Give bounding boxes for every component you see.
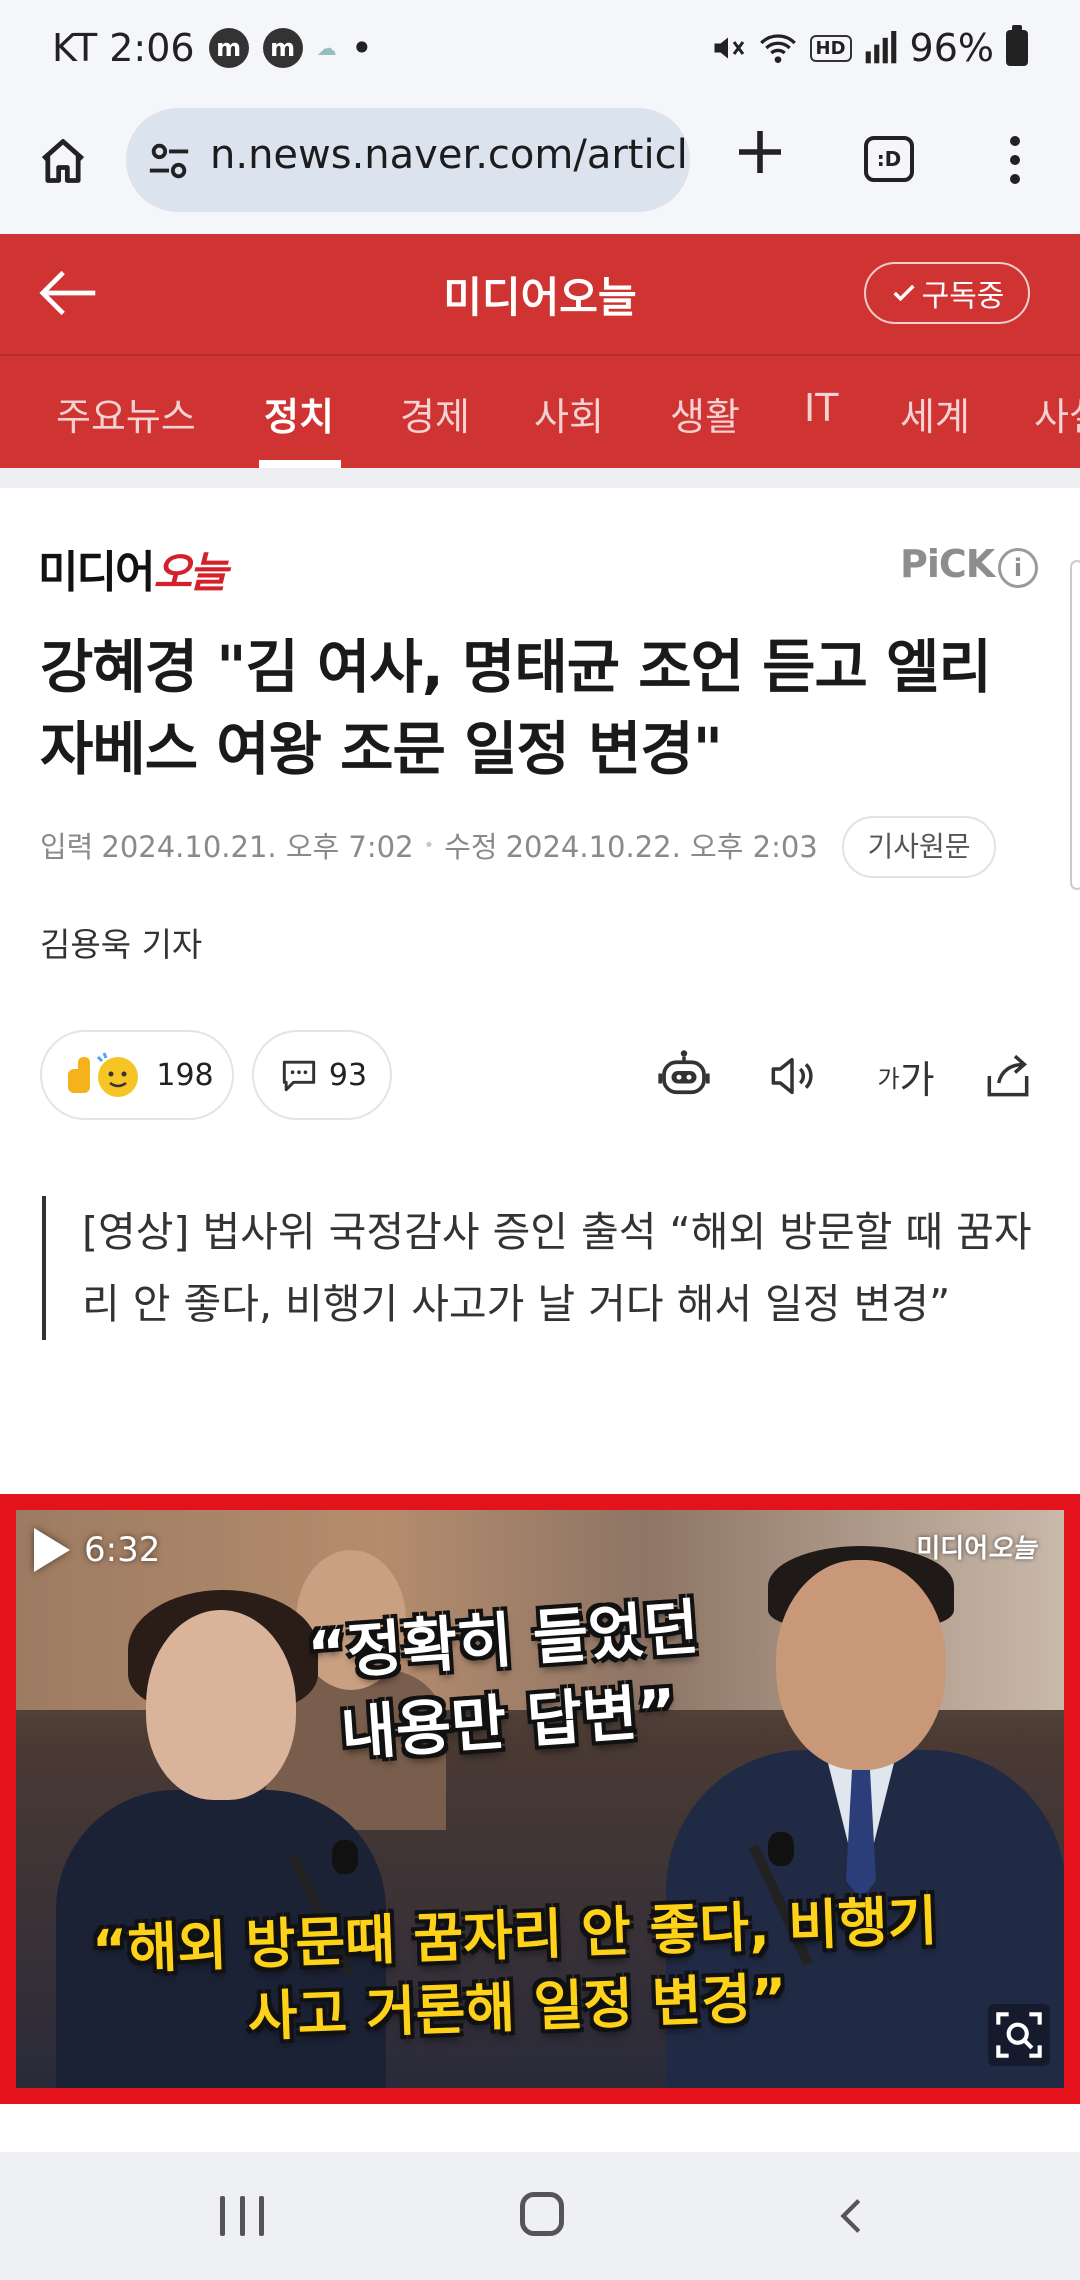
browser-toolbar: n.news.naver.com/article :D	[0, 100, 1080, 234]
category-tabs: 주요뉴스 정치 경제 사회 생활 IT 세계 사설	[0, 356, 1080, 468]
home-button[interactable]	[28, 126, 98, 196]
nav-home-button[interactable]	[520, 2192, 564, 2236]
press-logo[interactable]: 미디어 오늘	[38, 530, 228, 600]
article-dates: 입력 2024.10.21. 오후 7:02 • 수정 2024.10.22. …	[40, 824, 818, 866]
system-navigation-bar	[0, 2152, 1080, 2280]
new-tab-button[interactable]	[728, 124, 792, 188]
tab-world[interactable]: 세계	[900, 386, 970, 441]
date-separator: •	[423, 834, 435, 856]
article-summary: [영상] 법사위 국정감사 증인 출석 “해외 방문할 때 꿈자리 안 좋다, …	[42, 1196, 1042, 1340]
address-bar[interactable]: n.news.naver.com/article	[126, 108, 690, 212]
press-logo-text: 미디어	[38, 547, 155, 598]
home-icon	[41, 139, 85, 183]
chevron-left-icon	[840, 2199, 861, 2233]
weather-icon: ☁	[316, 36, 337, 60]
font-size-button[interactable]: 가가	[866, 1044, 946, 1108]
signal-icon	[865, 31, 896, 64]
active-tab-indicator	[259, 460, 341, 468]
edit-label: 수정	[444, 830, 498, 864]
summary-bot-button[interactable]	[652, 1044, 716, 1108]
more-notifications-dot: •	[350, 26, 374, 70]
font-size-large: 가	[899, 1057, 935, 1102]
reporter-name[interactable]: 김용욱 기자	[40, 918, 202, 966]
pick-info-icon[interactable]: i	[998, 548, 1038, 588]
more-dot	[1010, 155, 1020, 165]
subscribe-button[interactable]: 구독중	[864, 262, 1030, 324]
share-button[interactable]	[976, 1044, 1040, 1108]
like-count: 198	[156, 1057, 214, 1093]
video-watermark: 미디어오늘	[916, 1528, 1036, 1565]
figure-head	[776, 1560, 946, 1770]
robot-icon	[658, 1050, 710, 1095]
plus-icon	[739, 131, 781, 173]
edit-date: 2024.10.22. 오후 2:03	[505, 830, 818, 864]
tab-politics[interactable]: 정치	[264, 386, 334, 441]
microphone-head	[332, 1840, 358, 1874]
battery-icon	[1006, 25, 1028, 66]
video-duration: 6:32	[84, 1530, 161, 1570]
wifi-icon	[759, 34, 796, 63]
article-headline: 강혜경 "김 여사, 명태균 조언 듣고 엘리자베스 여왕 조문 일정 변경"	[40, 633, 992, 783]
tab-switcher-button[interactable]: :D	[864, 136, 914, 182]
more-menu-button[interactable]	[1000, 130, 1030, 190]
subscribe-label: 구독중	[921, 279, 1005, 314]
play-button[interactable]: 6:32	[34, 1528, 160, 1572]
status-left: KT 2:06 m m ☁ •	[52, 26, 373, 70]
tab-it[interactable]: IT	[804, 386, 838, 430]
status-right: HD 96%	[710, 25, 1028, 70]
lens-search-icon	[996, 2012, 1042, 2058]
press-logo-script: 오늘	[153, 548, 227, 597]
image-search-button[interactable]	[988, 2004, 1050, 2066]
video-watermark-b: 오늘	[988, 1534, 1036, 1564]
hd-icon: HD	[809, 34, 852, 62]
recent-bar	[220, 2196, 225, 2236]
comment-icon	[282, 1060, 316, 1092]
side-scroll-handle[interactable]	[1070, 560, 1080, 890]
tab-economy[interactable]: 경제	[400, 386, 470, 441]
video-player[interactable]: 6:32 미디어오늘 “정확히 들었던 내용만 답변” “해외 방문때 꿈자리 …	[0, 1494, 1080, 2104]
pick-label: PiCK	[900, 542, 995, 586]
video-thumbnail[interactable]: 6:32 미디어오늘 “정확히 들었던 내용만 답변” “해외 방문때 꿈자리 …	[16, 1510, 1064, 2088]
tab-life[interactable]: 생활	[670, 386, 740, 441]
url-text[interactable]: n.news.naver.com/article	[210, 132, 690, 178]
more-dot	[1010, 136, 1020, 146]
original-article-button[interactable]: 기사원문	[842, 816, 996, 878]
speaker-icon	[771, 1057, 813, 1095]
battery-percent: 96%	[909, 26, 994, 70]
tab-editorial[interactable]: 사설	[1034, 386, 1080, 441]
recent-bar	[259, 2196, 264, 2236]
input-label: 입력	[40, 830, 94, 864]
status-bar: KT 2:06 m m ☁ • HD 96%	[0, 0, 1080, 100]
check-icon	[893, 284, 915, 302]
reaction-button[interactable]: 198	[40, 1030, 234, 1120]
carrier-time: KT 2:06	[52, 26, 195, 70]
section-gap	[0, 468, 1080, 488]
recent-apps-button[interactable]	[220, 2196, 264, 2236]
reaction-emoji-icon	[68, 1052, 139, 1097]
recent-bar	[239, 2196, 245, 2236]
app-notification-icon: m	[262, 28, 303, 68]
more-dot	[1010, 174, 1020, 184]
video-caption-top: “정확히 들었던 내용만 답변”	[305, 1592, 701, 1770]
video-watermark-a: 미디어	[916, 1534, 989, 1564]
comment-button[interactable]: 93	[252, 1030, 392, 1120]
microphone-head	[768, 1832, 794, 1866]
tts-button[interactable]	[760, 1044, 824, 1108]
mute-icon	[714, 37, 744, 59]
font-size-small: 가	[877, 1064, 900, 1093]
site-settings-icon[interactable]	[146, 138, 192, 184]
share-icon	[987, 1054, 1029, 1097]
app-notification-icon: m	[208, 28, 249, 68]
tab-society[interactable]: 사회	[534, 386, 604, 441]
comment-count: 93	[328, 1057, 368, 1093]
press-header: 미디어오늘 구독중	[0, 234, 1080, 354]
input-date: 2024.10.21. 오후 7:02	[101, 830, 414, 864]
play-icon	[34, 1528, 70, 1572]
nav-back-button[interactable]	[830, 2190, 876, 2242]
tab-main-news[interactable]: 주요뉴스	[56, 386, 196, 441]
